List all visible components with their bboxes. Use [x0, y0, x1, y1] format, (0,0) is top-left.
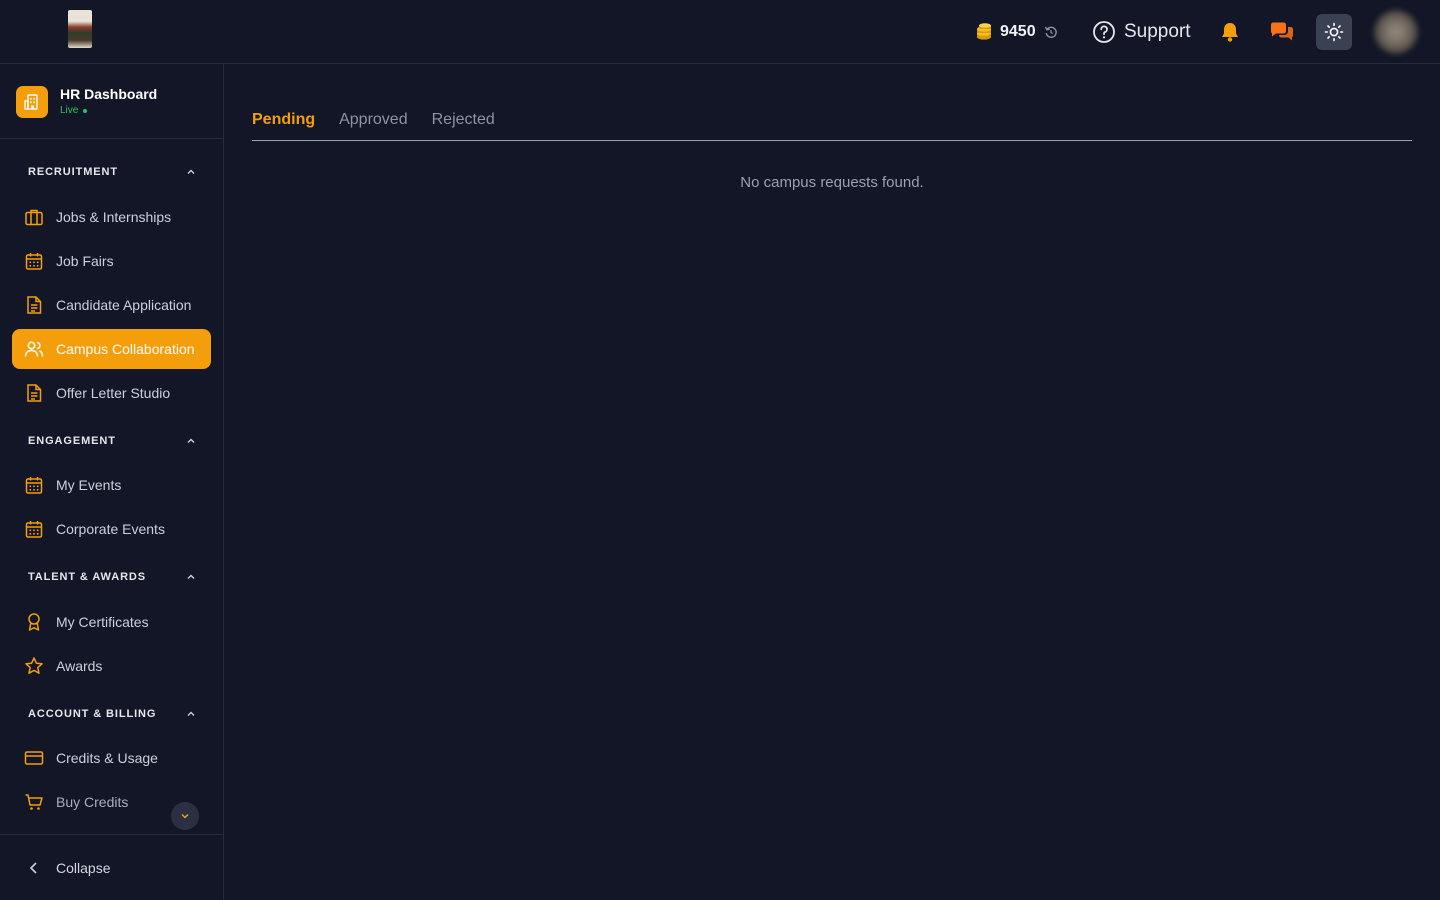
chevron-up-icon [187, 711, 195, 716]
chevron-up-icon [187, 438, 195, 443]
company-logo[interactable] [68, 10, 92, 48]
sidebar-item-label: My Certificates [56, 614, 149, 630]
briefcase-icon [25, 209, 43, 226]
section-title: ACCOUNT & BILLING [28, 708, 157, 720]
sidebar-item-label: Job Fairs [56, 253, 114, 269]
coins-icon [977, 23, 991, 40]
sidebar-item-label: Credits & Usage [56, 750, 158, 766]
tab-rejected[interactable]: Rejected [432, 108, 495, 141]
sun-icon [1324, 22, 1344, 42]
sidebar-item-my-events[interactable]: My Events [12, 465, 211, 505]
request-status-tabs: Pending Approved Rejected [252, 108, 1412, 141]
document-icon [27, 384, 42, 402]
chat-icon[interactable] [1269, 21, 1295, 43]
section-title: RECRUITMENT [28, 166, 118, 178]
sidebar-item-label: Offer Letter Studio [56, 385, 171, 401]
credit-card-icon [24, 751, 44, 765]
support-label: Support [1124, 21, 1191, 42]
sidebar-item-label: Corporate Events [56, 521, 165, 537]
calendar-icon [25, 477, 43, 494]
user-avatar[interactable] [1374, 10, 1418, 54]
collapse-sidebar-button[interactable]: Collapse [28, 857, 110, 879]
section-header-talent-awards[interactable]: TALENT & AWARDS [28, 569, 196, 585]
workspace-brand[interactable]: HR Dashboard Live [16, 84, 216, 124]
sidebar-item-label: Candidate Application [56, 297, 192, 313]
sidebar-item-offer-letter-studio[interactable]: Offer Letter Studio [12, 373, 211, 413]
sidebar-item-label: Jobs & Internships [56, 209, 172, 225]
divider [0, 138, 223, 139]
document-icon [27, 296, 42, 314]
section-title: ENGAGEMENT [28, 435, 116, 447]
tab-pending[interactable]: Pending [252, 108, 315, 141]
chevron-left-icon [29, 862, 37, 874]
divider [0, 834, 223, 835]
star-icon [25, 657, 43, 674]
status-label: Live [60, 105, 79, 116]
scroll-down-button[interactable] [171, 802, 199, 830]
section-title: TALENT & AWARDS [28, 571, 146, 583]
sidebar-item-my-certificates[interactable]: My Certificates [12, 602, 211, 642]
sidebar-item-label: My Events [56, 477, 122, 493]
cart-icon [25, 794, 43, 810]
tab-approved[interactable]: Approved [339, 108, 408, 141]
sidebar-item-jobs-internships[interactable]: Jobs & Internships [12, 197, 211, 237]
sidebar-item-label: Buy Credits [56, 794, 129, 810]
sidebar-item-credits-usage[interactable]: Credits & Usage [12, 738, 211, 778]
help-circle-icon [1093, 21, 1115, 43]
sidebar-item-label: Campus Collaboration [56, 341, 195, 357]
award-icon [28, 613, 40, 631]
empty-state-message: No campus requests found. [740, 174, 924, 191]
chevron-up-icon [187, 574, 195, 579]
section-header-recruitment[interactable]: RECRUITMENT [28, 164, 196, 180]
calendar-icon [25, 253, 43, 270]
status-badge: Live [60, 105, 88, 116]
section-header-account-billing[interactable]: ACCOUNT & BILLING [28, 706, 196, 722]
credits-balance[interactable]: 9450 [974, 20, 1058, 44]
sidebar-item-corporate-events[interactable]: Corporate Events [12, 509, 211, 549]
section-header-engagement[interactable]: ENGAGEMENT [28, 433, 196, 449]
sidebar-item-awards[interactable]: Awards [12, 646, 211, 686]
sidebar: HR Dashboard Live RECRUITMENT Jobs & Int… [0, 64, 224, 900]
calendar-icon [25, 521, 43, 538]
sidebar-item-job-fairs[interactable]: Job Fairs [12, 241, 211, 281]
users-icon [24, 341, 44, 357]
refresh-icon[interactable] [1044, 25, 1058, 39]
collapse-label: Collapse [56, 860, 111, 876]
chevron-up-icon [187, 169, 195, 174]
bell-icon[interactable] [1219, 21, 1241, 43]
credits-amount: 9450 [1000, 23, 1036, 40]
chevron-down-icon [181, 813, 189, 819]
sidebar-item-label: Awards [56, 658, 103, 674]
building-icon [16, 86, 48, 118]
theme-toggle-button[interactable] [1316, 14, 1352, 50]
workspace-name: HR Dashboard [60, 86, 158, 102]
top-bar: 9450 Support [0, 0, 1440, 64]
live-dot-icon [83, 108, 88, 113]
sidebar-item-campus-collaboration[interactable]: Campus Collaboration [12, 329, 211, 369]
support-button[interactable]: Support [1092, 19, 1191, 45]
sidebar-item-candidate-application[interactable]: Candidate Application [12, 285, 211, 325]
